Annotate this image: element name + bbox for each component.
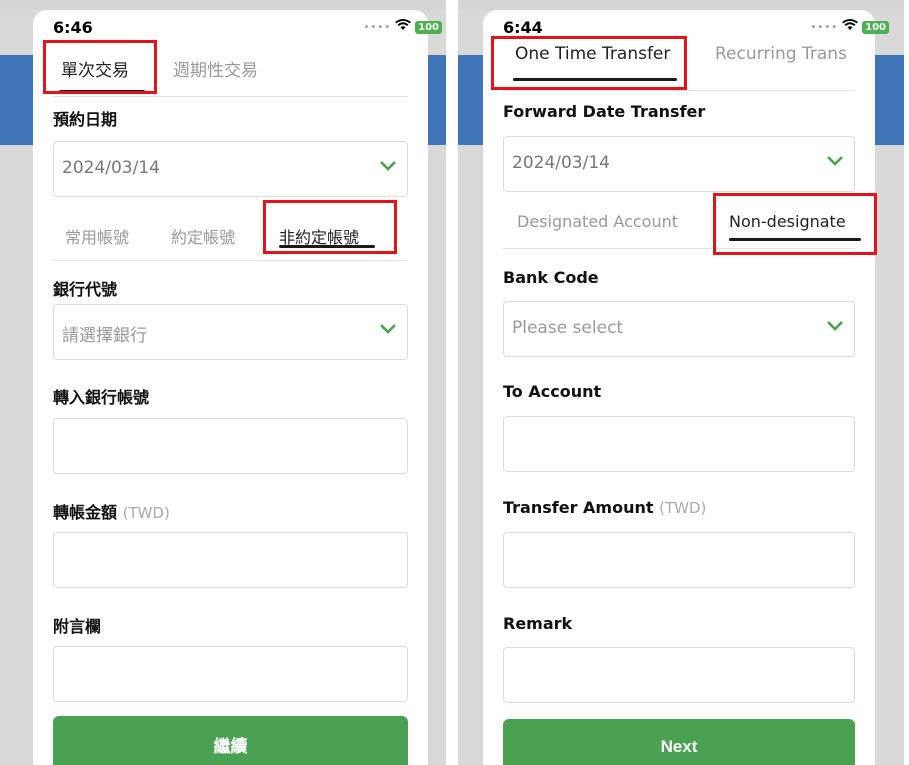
date-label: Forward Date Transfer — [503, 102, 706, 121]
status-icons: •••• 100 — [811, 19, 889, 35]
amount-unit: (TWD) — [659, 499, 707, 517]
highlight-box-tab — [43, 40, 157, 94]
amount-unit: (TWD) — [122, 504, 170, 522]
top-strip — [458, 0, 904, 10]
date-select[interactable]: 2024/03/14 — [503, 136, 855, 192]
left-screenshot: 6:46 •••• 100 單次交易 週期性交易 預約日期 2024/03/14… — [0, 0, 446, 765]
signal-icon: •••• — [363, 21, 392, 33]
bank-code-placeholder: Please select — [512, 318, 624, 338]
remark-label: Remark — [503, 614, 573, 633]
bank-code-select[interactable]: 請選擇銀行 — [53, 304, 408, 360]
chevron-down-icon — [827, 321, 843, 331]
bank-code-label: 銀行代號 — [53, 280, 118, 299]
status-icons: •••• 100 — [364, 19, 442, 35]
to-account-input[interactable] — [53, 418, 408, 474]
bank-code-label: Bank Code — [503, 268, 599, 287]
tab-designated-account[interactable]: Designated Account — [517, 212, 678, 231]
amount-label-text: Transfer Amount — [503, 498, 654, 517]
amount-input[interactable] — [53, 532, 408, 588]
chevron-down-icon — [827, 156, 843, 166]
status-time: 6:44 — [503, 18, 543, 37]
battery-icon: 100 — [862, 20, 889, 34]
bank-code-select[interactable]: Please select — [503, 301, 855, 357]
highlight-box-subtab — [263, 200, 397, 254]
status-bar: 6:46 •••• 100 — [53, 16, 442, 40]
amount-label: 轉帳金額 (TWD) — [53, 499, 170, 523]
highlight-box-subtab — [713, 193, 877, 255]
top-strip — [0, 0, 446, 10]
transfer-sheet: 6:44 •••• 100 One Time Transfer Recurrin… — [483, 10, 889, 765]
date-label: 預約日期 — [53, 110, 118, 129]
amount-label: Transfer Amount (TWD) — [503, 498, 706, 517]
to-account-input[interactable] — [503, 416, 855, 472]
chevron-down-icon — [380, 161, 396, 171]
bank-code-placeholder: 請選擇銀行 — [62, 326, 147, 346]
date-value: 2024/03/14 — [62, 158, 160, 178]
tab-recurring[interactable]: Recurring Trans — [715, 44, 847, 64]
amount-label-text: 轉帳金額 — [53, 503, 118, 522]
to-account-label: 轉入銀行帳號 — [53, 388, 150, 407]
wifi-icon — [395, 19, 412, 35]
wifi-icon — [842, 19, 859, 35]
transfer-sheet: 6:46 •••• 100 單次交易 週期性交易 預約日期 2024/03/14… — [33, 10, 442, 765]
amount-input[interactable] — [503, 532, 855, 588]
date-value: 2024/03/14 — [512, 153, 610, 173]
remark-label: 附言欄 — [53, 617, 102, 636]
battery-icon: 100 — [415, 20, 442, 34]
tab-recurring[interactable]: 週期性交易 — [173, 56, 258, 81]
highlight-box-tab — [491, 36, 687, 90]
right-screenshot: 6:44 •••• 100 One Time Transfer Recurrin… — [458, 0, 904, 765]
tab-frequent-account[interactable]: 常用帳號 — [65, 224, 129, 248]
chevron-down-icon — [380, 324, 396, 334]
status-time: 6:46 — [53, 18, 93, 37]
tab-designated-account[interactable]: 約定帳號 — [171, 224, 235, 248]
remark-input[interactable] — [53, 646, 408, 702]
signal-icon: •••• — [810, 21, 839, 33]
continue-button[interactable]: 繼續 — [53, 716, 408, 765]
remark-input[interactable] — [503, 647, 855, 703]
date-select[interactable]: 2024/03/14 — [53, 141, 408, 197]
next-button[interactable]: Next — [503, 719, 855, 765]
to-account-label: To Account — [503, 382, 602, 401]
